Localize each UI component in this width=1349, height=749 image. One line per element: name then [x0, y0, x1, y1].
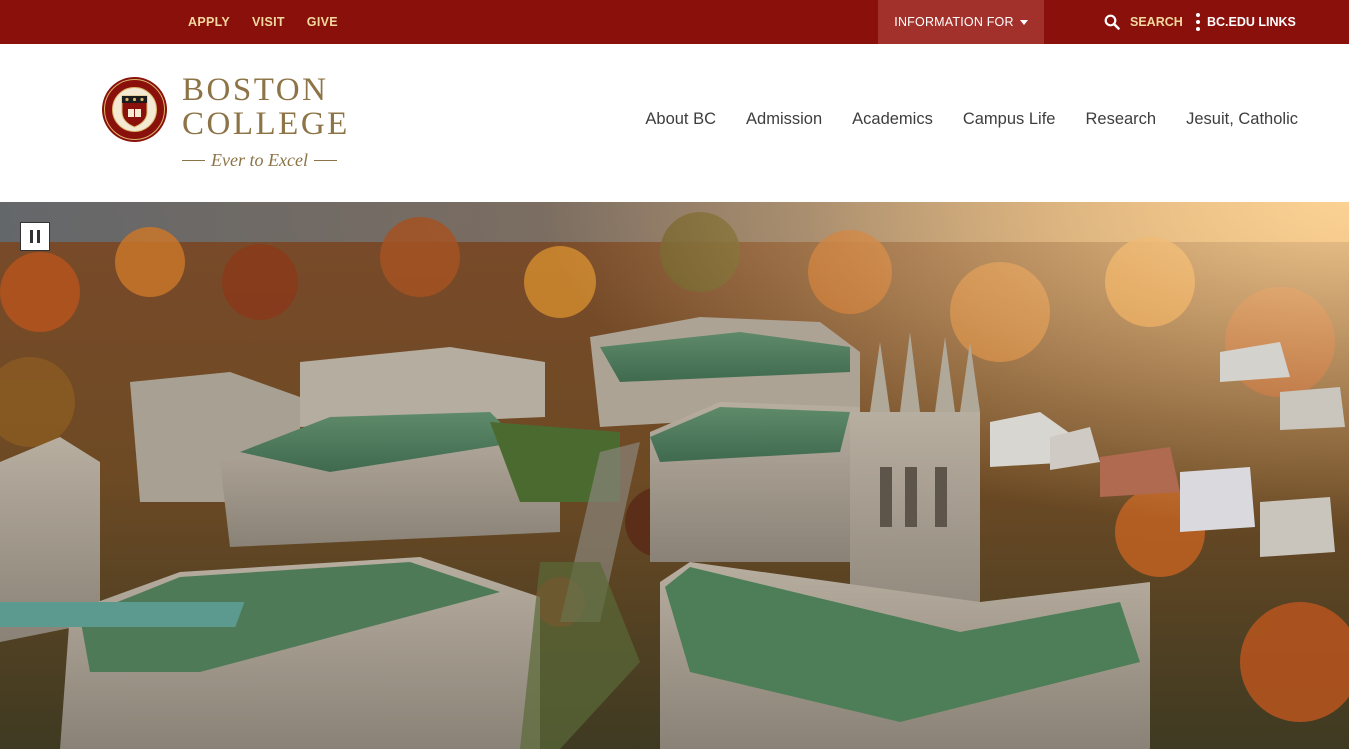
nav-item-jesuit-catholic[interactable]: Jesuit, Catholic — [1186, 110, 1298, 129]
motto-text: Ever to Excel — [211, 149, 308, 170]
nav-item-academics[interactable]: Academics — [852, 110, 933, 129]
search-button[interactable]: SEARCH — [1104, 0, 1183, 44]
site-header: BOSTON COLLEGE Ever to Excel About BC Ad… — [0, 44, 1349, 202]
nav-item-about-bc[interactable]: About BC — [645, 110, 716, 129]
bc-edu-links-button[interactable]: BC.EDU LINKS — [1196, 0, 1296, 44]
nav-item-research[interactable]: Research — [1085, 110, 1156, 129]
more-vertical-icon — [1196, 13, 1200, 31]
visit-link[interactable]: VISIT — [252, 15, 285, 29]
search-icon — [1104, 14, 1120, 30]
wordmark[interactable]: BOSTON COLLEGE — [182, 73, 347, 141]
pause-icon — [30, 230, 33, 243]
motto-rule-right — [313, 159, 337, 161]
motto-rule-left — [182, 159, 205, 161]
nav-item-admission[interactable]: Admission — [746, 110, 822, 129]
bc-edu-links-label: BC.EDU LINKS — [1207, 15, 1296, 29]
information-for-dropdown[interactable]: INFORMATION FOR — [878, 0, 1044, 44]
nav-item-campus-life[interactable]: Campus Life — [963, 110, 1056, 129]
caret-down-icon — [1019, 20, 1028, 25]
university-seal-icon[interactable] — [101, 76, 168, 143]
give-link[interactable]: GIVE — [307, 15, 338, 29]
utility-bar: APPLY VISIT GIVE INFORMATION FOR SEARCH … — [0, 0, 1349, 44]
pause-icon-bar-2 — [37, 230, 40, 243]
aerial-campus-autumn-photo — [0, 202, 1349, 749]
utility-links: APPLY VISIT GIVE — [188, 0, 338, 44]
hero-video — [0, 202, 1349, 749]
pause-button[interactable] — [20, 222, 50, 251]
apply-link[interactable]: APPLY — [188, 15, 230, 29]
search-label: SEARCH — [1130, 15, 1183, 29]
information-for-label: INFORMATION FOR — [894, 15, 1014, 29]
wordmark-line-1: BOSTON — [182, 72, 329, 108]
motto: Ever to Excel — [182, 148, 342, 172]
wordmark-line-2: COLLEGE — [182, 106, 350, 142]
main-navigation: About BC Admission Academics Campus Life… — [645, 110, 1298, 129]
